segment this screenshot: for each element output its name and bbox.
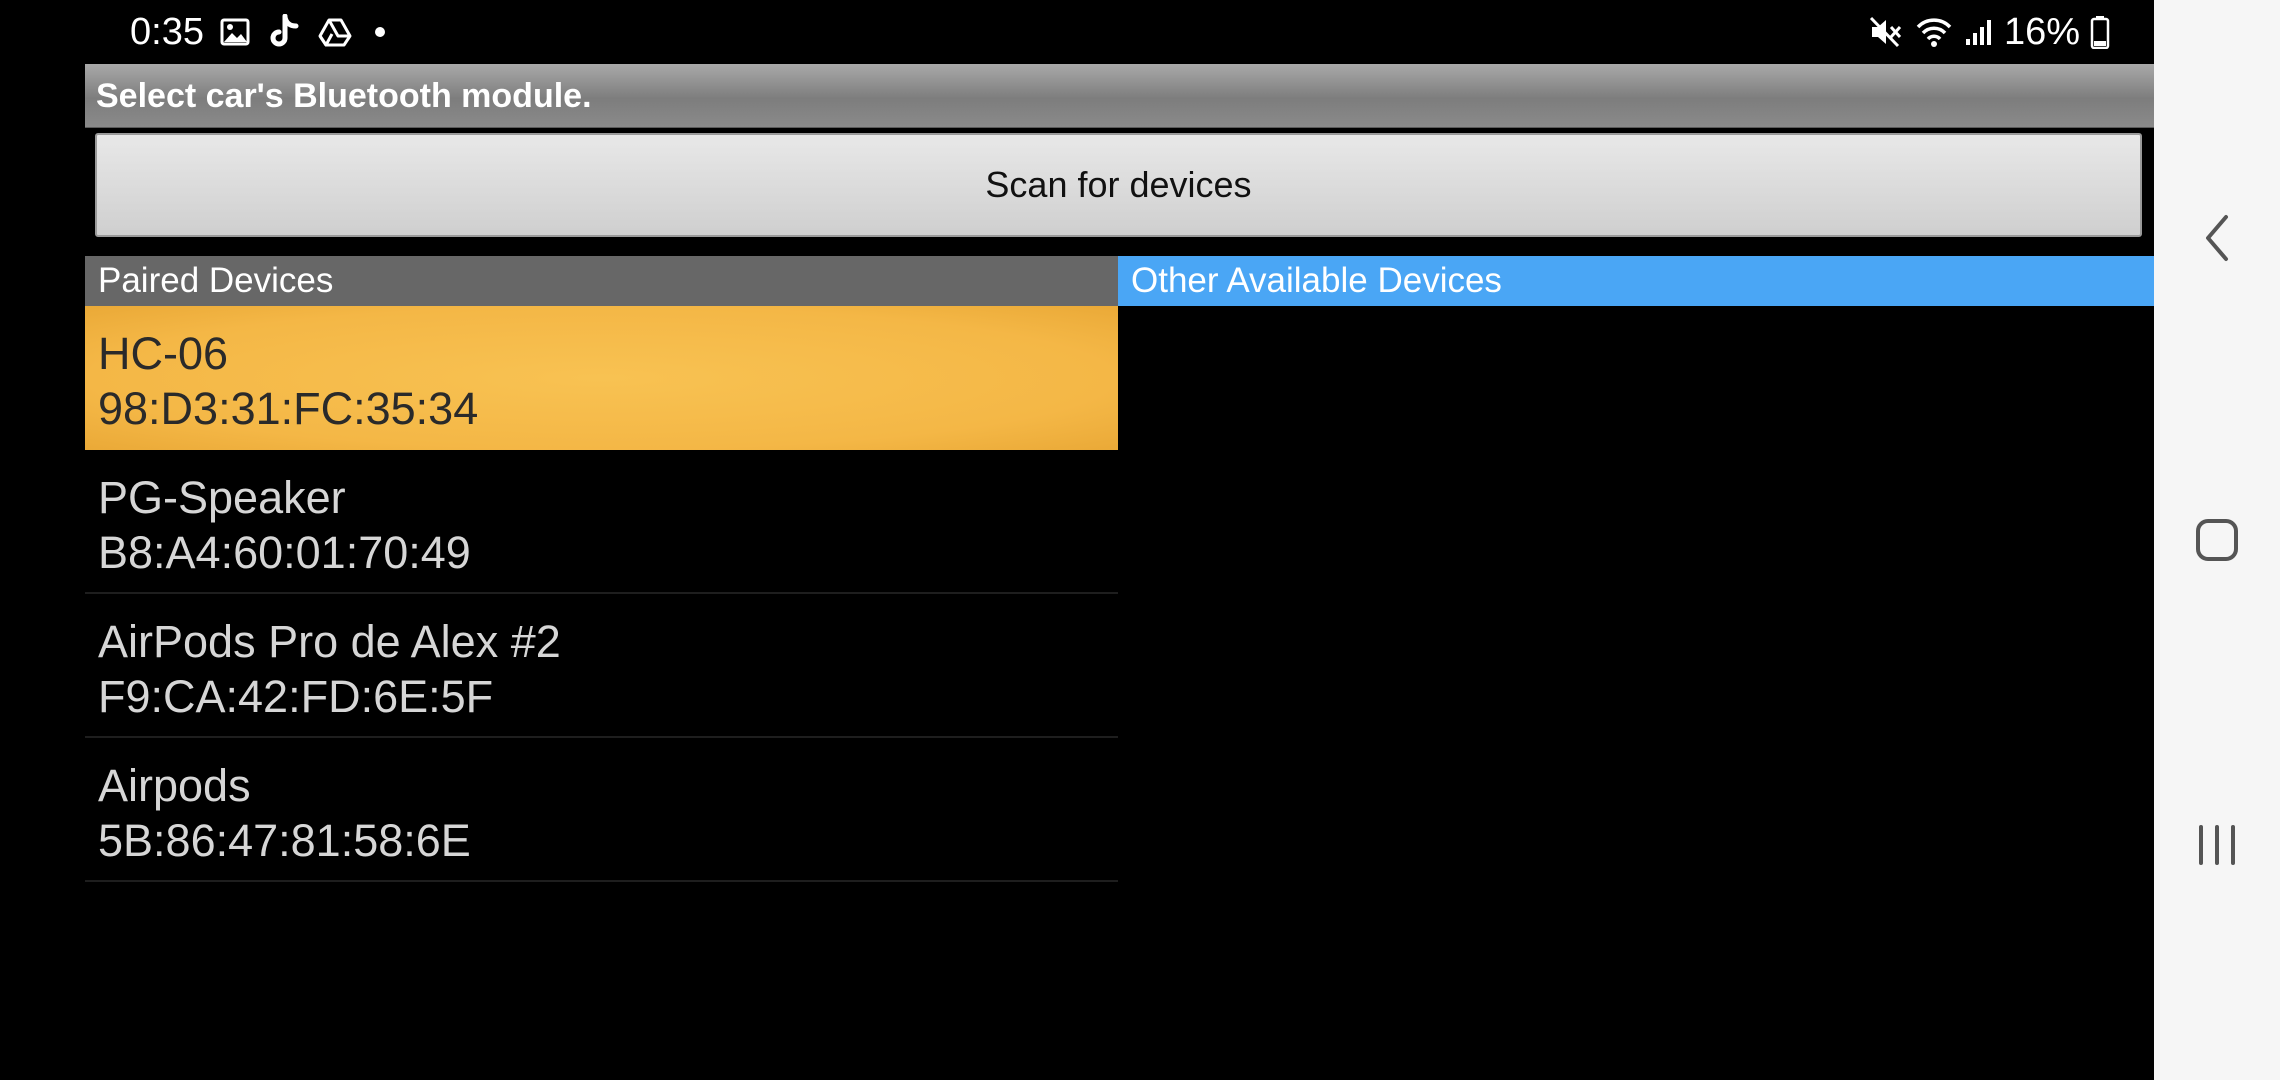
recents-button[interactable] (2154, 785, 2280, 905)
list-item[interactable]: AirPods Pro de Alex #2 F9:CA:42:FD:6E:5F (85, 594, 1118, 738)
device-address: F9:CA:42:FD:6E:5F (98, 671, 494, 722)
battery-percentage: 16% (2003, 11, 2080, 53)
list-item[interactable]: HC-06 98:D3:31:FC:35:34 (85, 306, 1118, 450)
paired-devices-header: Paired Devices (85, 256, 1118, 306)
title-bar: Select car's Bluetooth module. (85, 64, 2154, 128)
battery-icon (2090, 15, 2110, 49)
mute-icon (1868, 15, 1904, 49)
device-address: B8:A4:60:01:70:49 (98, 527, 471, 578)
list-item[interactable]: Airpods 5B:86:47:81:58:6E (85, 738, 1118, 882)
other-devices-header: Other Available Devices (1118, 256, 2154, 306)
recents-icon (2195, 823, 2239, 867)
scan-for-devices-button[interactable]: Scan for devices (95, 133, 2142, 237)
tiktok-icon (268, 14, 300, 50)
navigation-bar (2154, 0, 2280, 1080)
home-button[interactable] (2154, 480, 2280, 600)
page-title: Select car's Bluetooth module. (96, 77, 592, 115)
device-name: AirPods Pro de Alex #2 (98, 616, 561, 667)
device-name: Airpods (98, 760, 251, 811)
notification-icons (220, 12, 390, 52)
device-name: HC-06 (98, 328, 229, 379)
device-name: PG-Speaker (98, 472, 346, 523)
wifi-icon (1914, 15, 1954, 49)
device-address: 5B:86:47:81:58:6E (98, 815, 471, 866)
device-address: 98:D3:31:FC:35:34 (98, 383, 479, 434)
screen: 0:35 16% Select car's Bluetooth module. … (0, 0, 2280, 1080)
status-bar: 0:35 16% (0, 0, 2154, 64)
list-item[interactable]: PG-Speaker B8:A4:60:01:70:49 (85, 450, 1118, 594)
signal-icon (1964, 17, 1994, 47)
dot-icon (370, 22, 390, 42)
paired-device-list: HC-06 98:D3:31:FC:35:34 PG-Speaker B8:A4… (85, 306, 1118, 882)
back-icon (2202, 213, 2232, 263)
status-indicators: 16% (1868, 8, 2110, 56)
status-time: 0:35 (130, 11, 204, 53)
back-button[interactable] (2154, 178, 2280, 298)
gallery-icon (220, 17, 250, 47)
home-icon (2195, 518, 2239, 562)
drive-icon (318, 17, 352, 47)
